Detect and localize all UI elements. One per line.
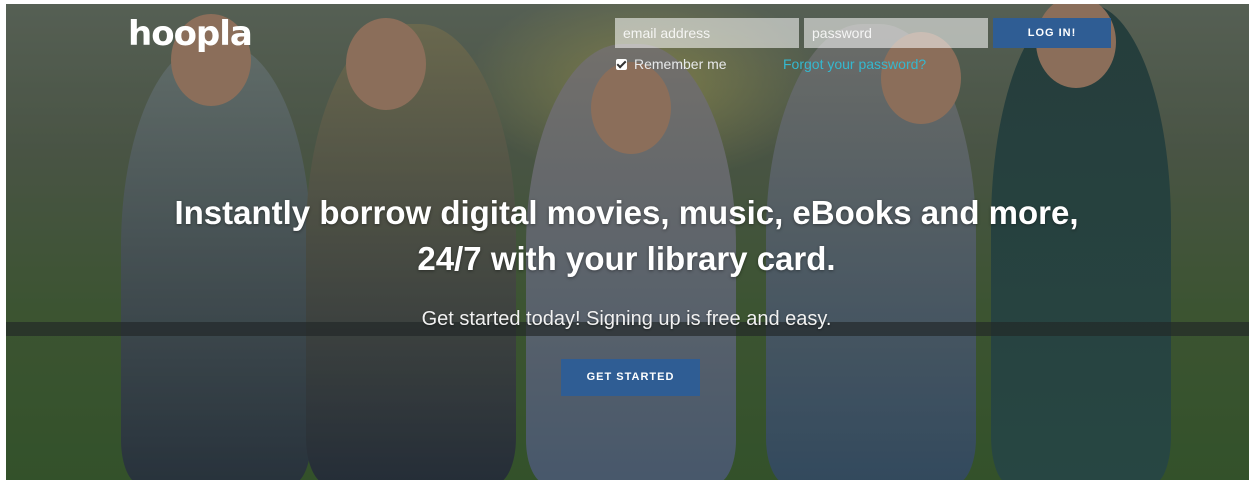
- login-button[interactable]: LOG IN!: [993, 18, 1111, 48]
- remember-me-label: Remember me: [634, 56, 727, 72]
- email-input[interactable]: [615, 18, 799, 48]
- hero-subline: Get started today! Signing up is free an…: [421, 308, 832, 330]
- password-input[interactable]: [804, 18, 988, 48]
- remember-me[interactable]: Remember me: [616, 56, 727, 72]
- forgot-password-link[interactable]: Forgot your password?: [783, 56, 926, 72]
- hero-headline: Instantly borrow digital movies, music, …: [0, 190, 1253, 282]
- hero-headline-line1: Instantly borrow digital movies, music, …: [174, 194, 1079, 231]
- hero-headline-line2: 24/7 with your library card.: [417, 240, 836, 277]
- remember-me-checkbox[interactable]: [616, 58, 627, 70]
- hoopla-logo[interactable]: hoopla: [128, 14, 253, 54]
- get-started-button[interactable]: GET STARTED: [561, 359, 700, 396]
